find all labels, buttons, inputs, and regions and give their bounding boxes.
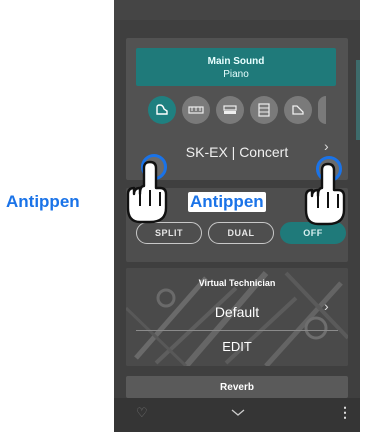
- reverb-panel[interactable]: Reverb: [126, 376, 348, 398]
- organ-icon[interactable]: [250, 96, 278, 124]
- grand-piano-icon[interactable]: [148, 96, 176, 124]
- chevron-down-icon[interactable]: [231, 404, 245, 420]
- main-sound-header[interactable]: Main Sound Piano: [136, 48, 336, 86]
- tap-callout-center: Antippen: [188, 192, 266, 212]
- dual-button[interactable]: DUAL: [208, 222, 274, 244]
- heart-icon[interactable]: ♡: [136, 406, 148, 421]
- upright-piano-icon[interactable]: [182, 96, 210, 124]
- category-icons: [148, 96, 348, 126]
- harpsichord-icon[interactable]: [284, 96, 312, 124]
- edit-button[interactable]: EDIT: [126, 339, 348, 354]
- divider: [136, 330, 338, 331]
- tap-hand-right-icon: [304, 162, 346, 226]
- main-sound-title: Main Sound: [207, 56, 265, 67]
- tap-hand-left-icon: [126, 160, 168, 224]
- virtual-technician-value[interactable]: Default: [126, 304, 348, 320]
- chevron-right-icon[interactable]: ›: [324, 138, 329, 154]
- epiano-icon[interactable]: [216, 96, 244, 124]
- virtual-technician-panel: Virtual Technician Default › EDIT: [126, 268, 348, 366]
- more-categories-icon[interactable]: [318, 96, 326, 124]
- tap-callout-left: Antippen: [6, 192, 80, 211]
- virtual-technician-title: Virtual Technician: [198, 278, 276, 288]
- reverb-title: Reverb: [220, 382, 254, 393]
- bottom-bar: ♡ ⋮: [114, 398, 360, 432]
- main-sound-category: Piano: [223, 69, 249, 80]
- top-strip: [114, 0, 360, 20]
- split-button[interactable]: SPLIT: [136, 222, 202, 244]
- right-panel-peek[interactable]: R: [356, 60, 360, 140]
- more-menu-icon[interactable]: ⋮: [338, 404, 352, 421]
- chevron-right-icon[interactable]: ›: [324, 298, 329, 314]
